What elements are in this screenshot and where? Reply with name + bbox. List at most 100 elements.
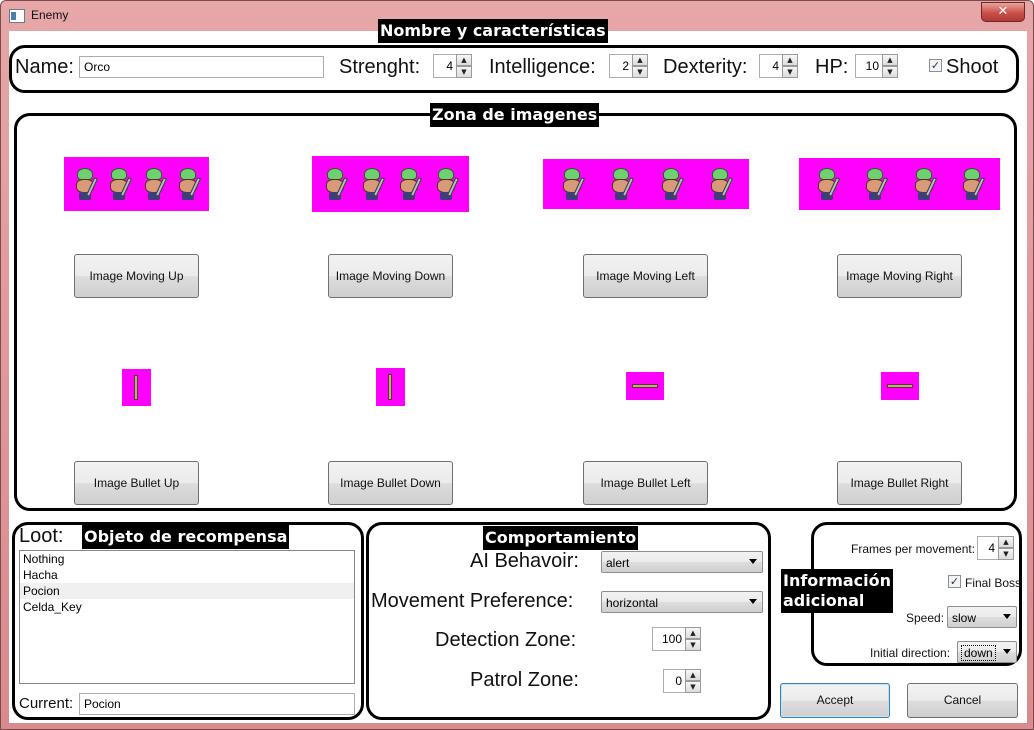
accept-button[interactable]: Accept [780,683,890,718]
orc-sprite-icon [608,167,635,201]
intelligence-value[interactable]: 2 [609,54,633,78]
dialog-client-area: Nombre y características Name: Orco Stre… [9,19,1027,723]
final-boss-checkbox[interactable]: ✓ [948,575,961,588]
name-label: Name: [15,56,74,78]
orc-sprite-icon [359,167,385,201]
increment-arrow-icon[interactable]: ▲ [882,54,898,66]
increment-arrow-icon[interactable]: ▲ [632,54,648,66]
hp-spin-buttons[interactable]: ▲ ▼ [882,54,898,78]
detection-zone-value[interactable]: 100 [652,627,686,651]
sprite-strip-moving-down [312,156,469,212]
dexterity-spin-buttons[interactable]: ▲ ▼ [782,54,798,78]
speed-value: slow [952,611,977,625]
orc-sprite-icon [396,167,423,201]
increment-arrow-icon[interactable]: ▲ [456,54,472,66]
image-bullet-down-button[interactable]: Image Bullet Down [328,461,453,505]
increment-arrow-icon[interactable]: ▲ [998,536,1014,548]
dexterity-value[interactable]: 4 [759,54,783,78]
final-boss-label: Final Boss [965,576,1022,590]
bullet-left-image [626,372,664,400]
increment-arrow-icon[interactable]: ▲ [782,54,798,66]
orc-sprite-icon [433,167,460,201]
patrol-zone-stepper[interactable]: 0 ▲ ▼ [663,669,702,693]
list-item[interactable]: Hacha [20,567,354,583]
shoot-label: Shoot [946,56,999,78]
decrement-arrow-icon[interactable]: ▼ [998,548,1014,560]
arrow-right-icon [887,384,913,388]
chevron-down-icon [749,599,757,604]
movement-preference-value: horizontal [606,596,659,610]
list-item-selected[interactable]: Pocion [20,583,354,599]
image-bullet-right-button[interactable]: Image Bullet Right [837,461,962,505]
dexterity-stepper[interactable]: 4 ▲ ▼ [759,54,799,78]
name-input[interactable]: Orco [79,56,324,78]
strength-value[interactable]: 4 [433,54,457,78]
frames-per-movement-stepper[interactable]: 4 ▲ ▼ [977,536,1015,560]
decrement-arrow-icon[interactable]: ▼ [632,66,648,78]
orc-sprite-icon [322,167,348,201]
orc-sprite-icon [175,167,201,201]
cancel-button[interactable]: Cancel [907,683,1018,718]
orc-sprite-icon [911,167,937,201]
image-bullet-left-button[interactable]: Image Bullet Left [583,461,708,505]
arrow-down-icon [388,374,392,400]
intelligence-spin-buttons[interactable]: ▲ ▼ [632,54,648,78]
decrement-arrow-icon[interactable]: ▼ [882,66,898,78]
additional-info-title-line-1: Información [783,571,892,590]
behavior-section-title: Comportamiento [483,526,639,550]
chevron-down-icon [1003,649,1011,654]
orc-sprite-icon [707,167,734,201]
arrow-left-icon [632,384,658,388]
image-moving-right-button[interactable]: Image Moving Right [837,254,962,298]
image-moving-down-button[interactable]: Image Moving Down [328,254,453,298]
intelligence-stepper[interactable]: 2 ▲ ▼ [609,54,649,78]
decrement-arrow-icon[interactable]: ▼ [456,66,472,78]
hp-value[interactable]: 10 [855,54,883,78]
image-moving-left-button[interactable]: Image Moving Left [583,254,708,298]
decrement-arrow-icon[interactable]: ▼ [685,639,701,651]
current-loot-input[interactable]: Pocion [79,693,355,715]
sprite-strip-moving-left [543,159,749,209]
increment-arrow-icon[interactable]: ▲ [685,627,701,639]
characteristics-section-title: Nombre y características [378,19,608,43]
orc-sprite-icon [862,167,889,201]
patrol-zone-spin-buttons[interactable]: ▲ ▼ [685,669,701,693]
current-loot-label: Current: [19,695,74,712]
sprite-strip-moving-up [64,157,209,211]
additional-info-section-title: Información adicional [781,569,894,613]
image-moving-up-button[interactable]: Image Moving Up [74,254,199,298]
strength-stepper[interactable]: 4 ▲ ▼ [433,54,473,78]
detection-zone-stepper[interactable]: 100 ▲ ▼ [652,627,702,651]
list-item[interactable]: Celda_Key [20,599,354,615]
movement-preference-label: Movement Preference: [371,590,574,612]
frames-per-movement-spin-buttons[interactable]: ▲ ▼ [998,536,1014,560]
window-title: Enemy [31,8,69,22]
orc-sprite-icon [72,167,99,201]
orc-sprite-icon [959,167,985,201]
bullet-right-image [881,372,919,400]
ai-behavior-select[interactable]: alert [601,551,763,573]
decrement-arrow-icon[interactable]: ▼ [782,66,798,78]
initial-direction-select[interactable]: down [957,641,1017,663]
patrol-zone-value[interactable]: 0 [663,669,686,693]
frames-per-movement-label: Frames per movement: [851,542,976,556]
hp-stepper[interactable]: 10 ▲ ▼ [855,54,899,78]
frames-per-movement-value[interactable]: 4 [977,536,999,560]
speed-select[interactable]: slow [947,606,1017,628]
increment-arrow-icon[interactable]: ▲ [685,669,701,681]
sprite-strip-moving-right [799,158,1000,210]
window-app-icon [9,9,25,23]
close-button[interactable]: ✕ [981,2,1025,22]
image-bullet-up-button[interactable]: Image Bullet Up [74,461,199,505]
decrement-arrow-icon[interactable]: ▼ [685,681,701,693]
arrow-up-icon [134,375,138,400]
intelligence-label: Intelligence: [489,56,596,78]
shoot-checkbox[interactable]: ✓ [929,59,942,72]
movement-preference-select[interactable]: horizontal [601,591,763,613]
orc-sprite-icon [658,167,684,201]
detection-zone-spin-buttons[interactable]: ▲ ▼ [685,627,701,651]
strength-spin-buttons[interactable]: ▲ ▼ [456,54,472,78]
list-item[interactable]: Nothing [20,551,354,567]
speed-label: Speed: [906,611,945,625]
loot-listbox[interactable]: Nothing Hacha Pocion Celda_Key [19,550,355,684]
